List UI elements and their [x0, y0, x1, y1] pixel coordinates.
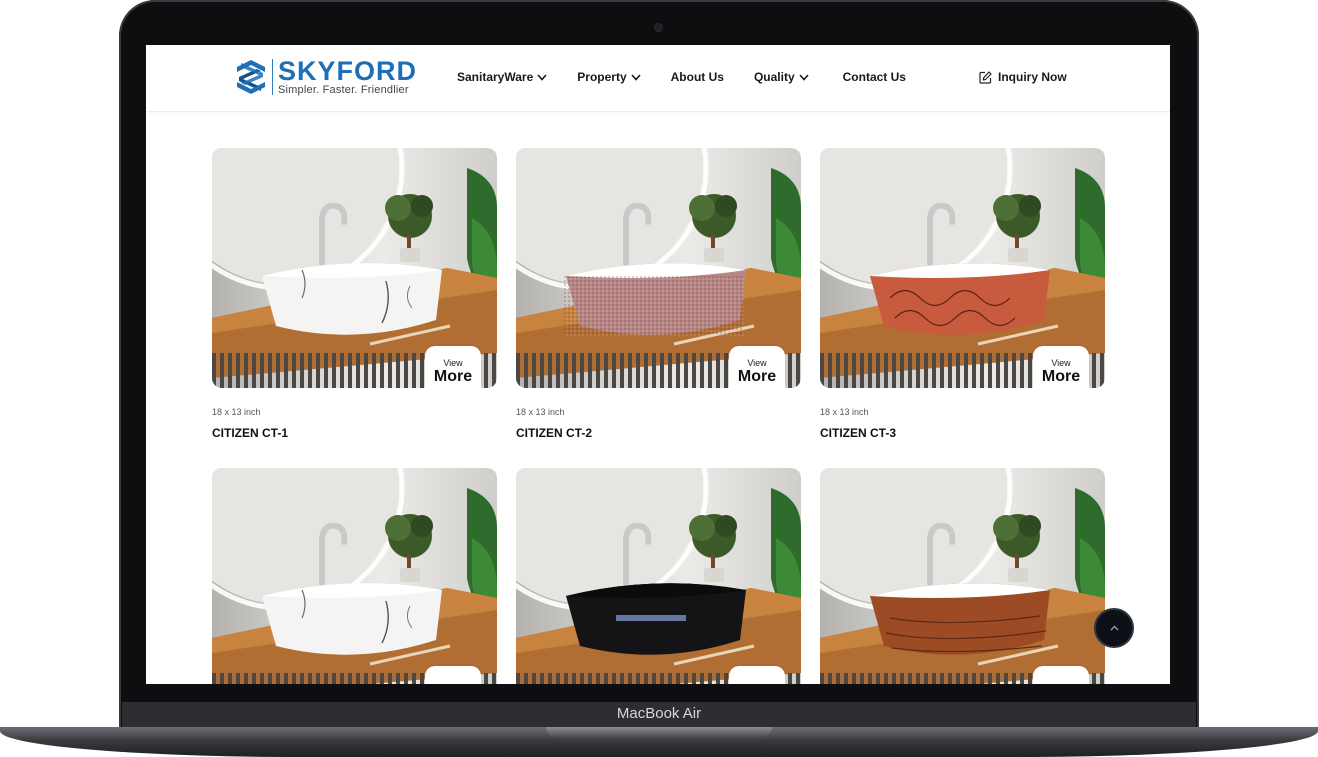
website-screen: SKYFORD Simpler. Faster. Friendlier Sani…	[146, 45, 1170, 684]
product-thumbnail[interactable]: View More	[820, 148, 1105, 388]
view-more-top: View	[747, 358, 767, 368]
view-more-button[interactable]	[1033, 666, 1089, 684]
product-card[interactable]: View More 18 x 13 inch CITIZEN CT-2	[516, 148, 801, 440]
nav-item-quality[interactable]: Quality	[754, 70, 809, 84]
edit-icon	[979, 70, 992, 84]
brand-tagline: Simpler. Faster. Friendlier	[278, 84, 409, 96]
product-thumbnail[interactable]	[820, 468, 1105, 684]
chevron-down-icon	[537, 73, 547, 81]
product-thumbnail[interactable]	[516, 468, 801, 684]
view-more-button[interactable]: View More	[1033, 346, 1089, 388]
inquiry-now-button[interactable]: Inquiry Now	[979, 70, 1067, 84]
logo-divider	[272, 59, 273, 95]
view-more-top: View	[1051, 358, 1071, 368]
view-more-bottom: More	[737, 368, 777, 385]
product-size: 18 x 13 inch	[820, 407, 869, 417]
chevron-down-icon	[799, 73, 809, 81]
product-thumbnail[interactable]: View More	[212, 148, 497, 388]
product-card[interactable]: View More 18 x 13 inch CITIZEN CT-1	[212, 148, 497, 440]
skyford-logo-icon	[237, 60, 265, 94]
chevron-down-icon	[631, 73, 641, 81]
nav-item-label: Quality	[753, 70, 795, 84]
product-image	[820, 468, 1105, 684]
nav-item-property[interactable]: Property	[577, 70, 641, 84]
product-card[interactable]	[516, 468, 801, 684]
product-thumbnail[interactable]: View More	[516, 148, 801, 388]
camera-icon	[655, 24, 662, 31]
view-more-bottom: More	[1041, 368, 1081, 385]
main-nav: SanitaryWare Property About Us Quality C…	[457, 70, 936, 84]
product-card[interactable]: View More 18 x 13 inch CITIZEN CT-3	[820, 148, 1105, 440]
nav-item-label: SanitaryWare	[457, 70, 534, 84]
view-more-top: View	[443, 358, 463, 368]
view-more-button[interactable]: View More	[425, 346, 481, 388]
nav-item-about-us[interactable]: About Us	[671, 70, 724, 84]
product-card[interactable]	[820, 468, 1105, 684]
chevron-up-icon	[1110, 625, 1118, 631]
product-size: 18 x 13 inch	[516, 407, 565, 417]
product-name[interactable]: CITIZEN CT-2	[516, 426, 801, 440]
brand-logo[interactable]: SKYFORD Simpler. Faster. Friendlier	[234, 58, 417, 96]
device-label: MacBook Air	[616, 705, 702, 722]
product-image	[516, 468, 801, 684]
view-more-button[interactable]: View More	[729, 346, 785, 388]
product-size: 18 x 13 inch	[212, 407, 261, 417]
nav-item-sanitaryware[interactable]: SanitaryWare	[457, 70, 547, 84]
product-name[interactable]: CITIZEN CT-3	[820, 426, 1105, 440]
nav-item-label: About Us	[670, 70, 724, 84]
nav-item-label: Contact Us	[842, 70, 906, 84]
view-more-button[interactable]	[425, 666, 481, 684]
nav-item-contact-us[interactable]: Contact Us	[843, 70, 906, 84]
nav-item-label: Property	[577, 70, 627, 84]
scroll-to-top-button[interactable]	[1094, 608, 1134, 648]
view-more-bottom: More	[433, 368, 473, 385]
product-card[interactable]	[212, 468, 497, 684]
laptop-notch	[546, 727, 772, 737]
view-more-button[interactable]	[729, 666, 785, 684]
navbar: SKYFORD Simpler. Faster. Friendlier Sani…	[146, 45, 1170, 112]
product-image	[212, 468, 497, 684]
brand-name: SKYFORD	[278, 56, 418, 86]
product-name[interactable]: CITIZEN CT-1	[212, 426, 497, 440]
product-thumbnail[interactable]	[212, 468, 497, 684]
inquiry-label: Inquiry Now	[998, 70, 1067, 84]
